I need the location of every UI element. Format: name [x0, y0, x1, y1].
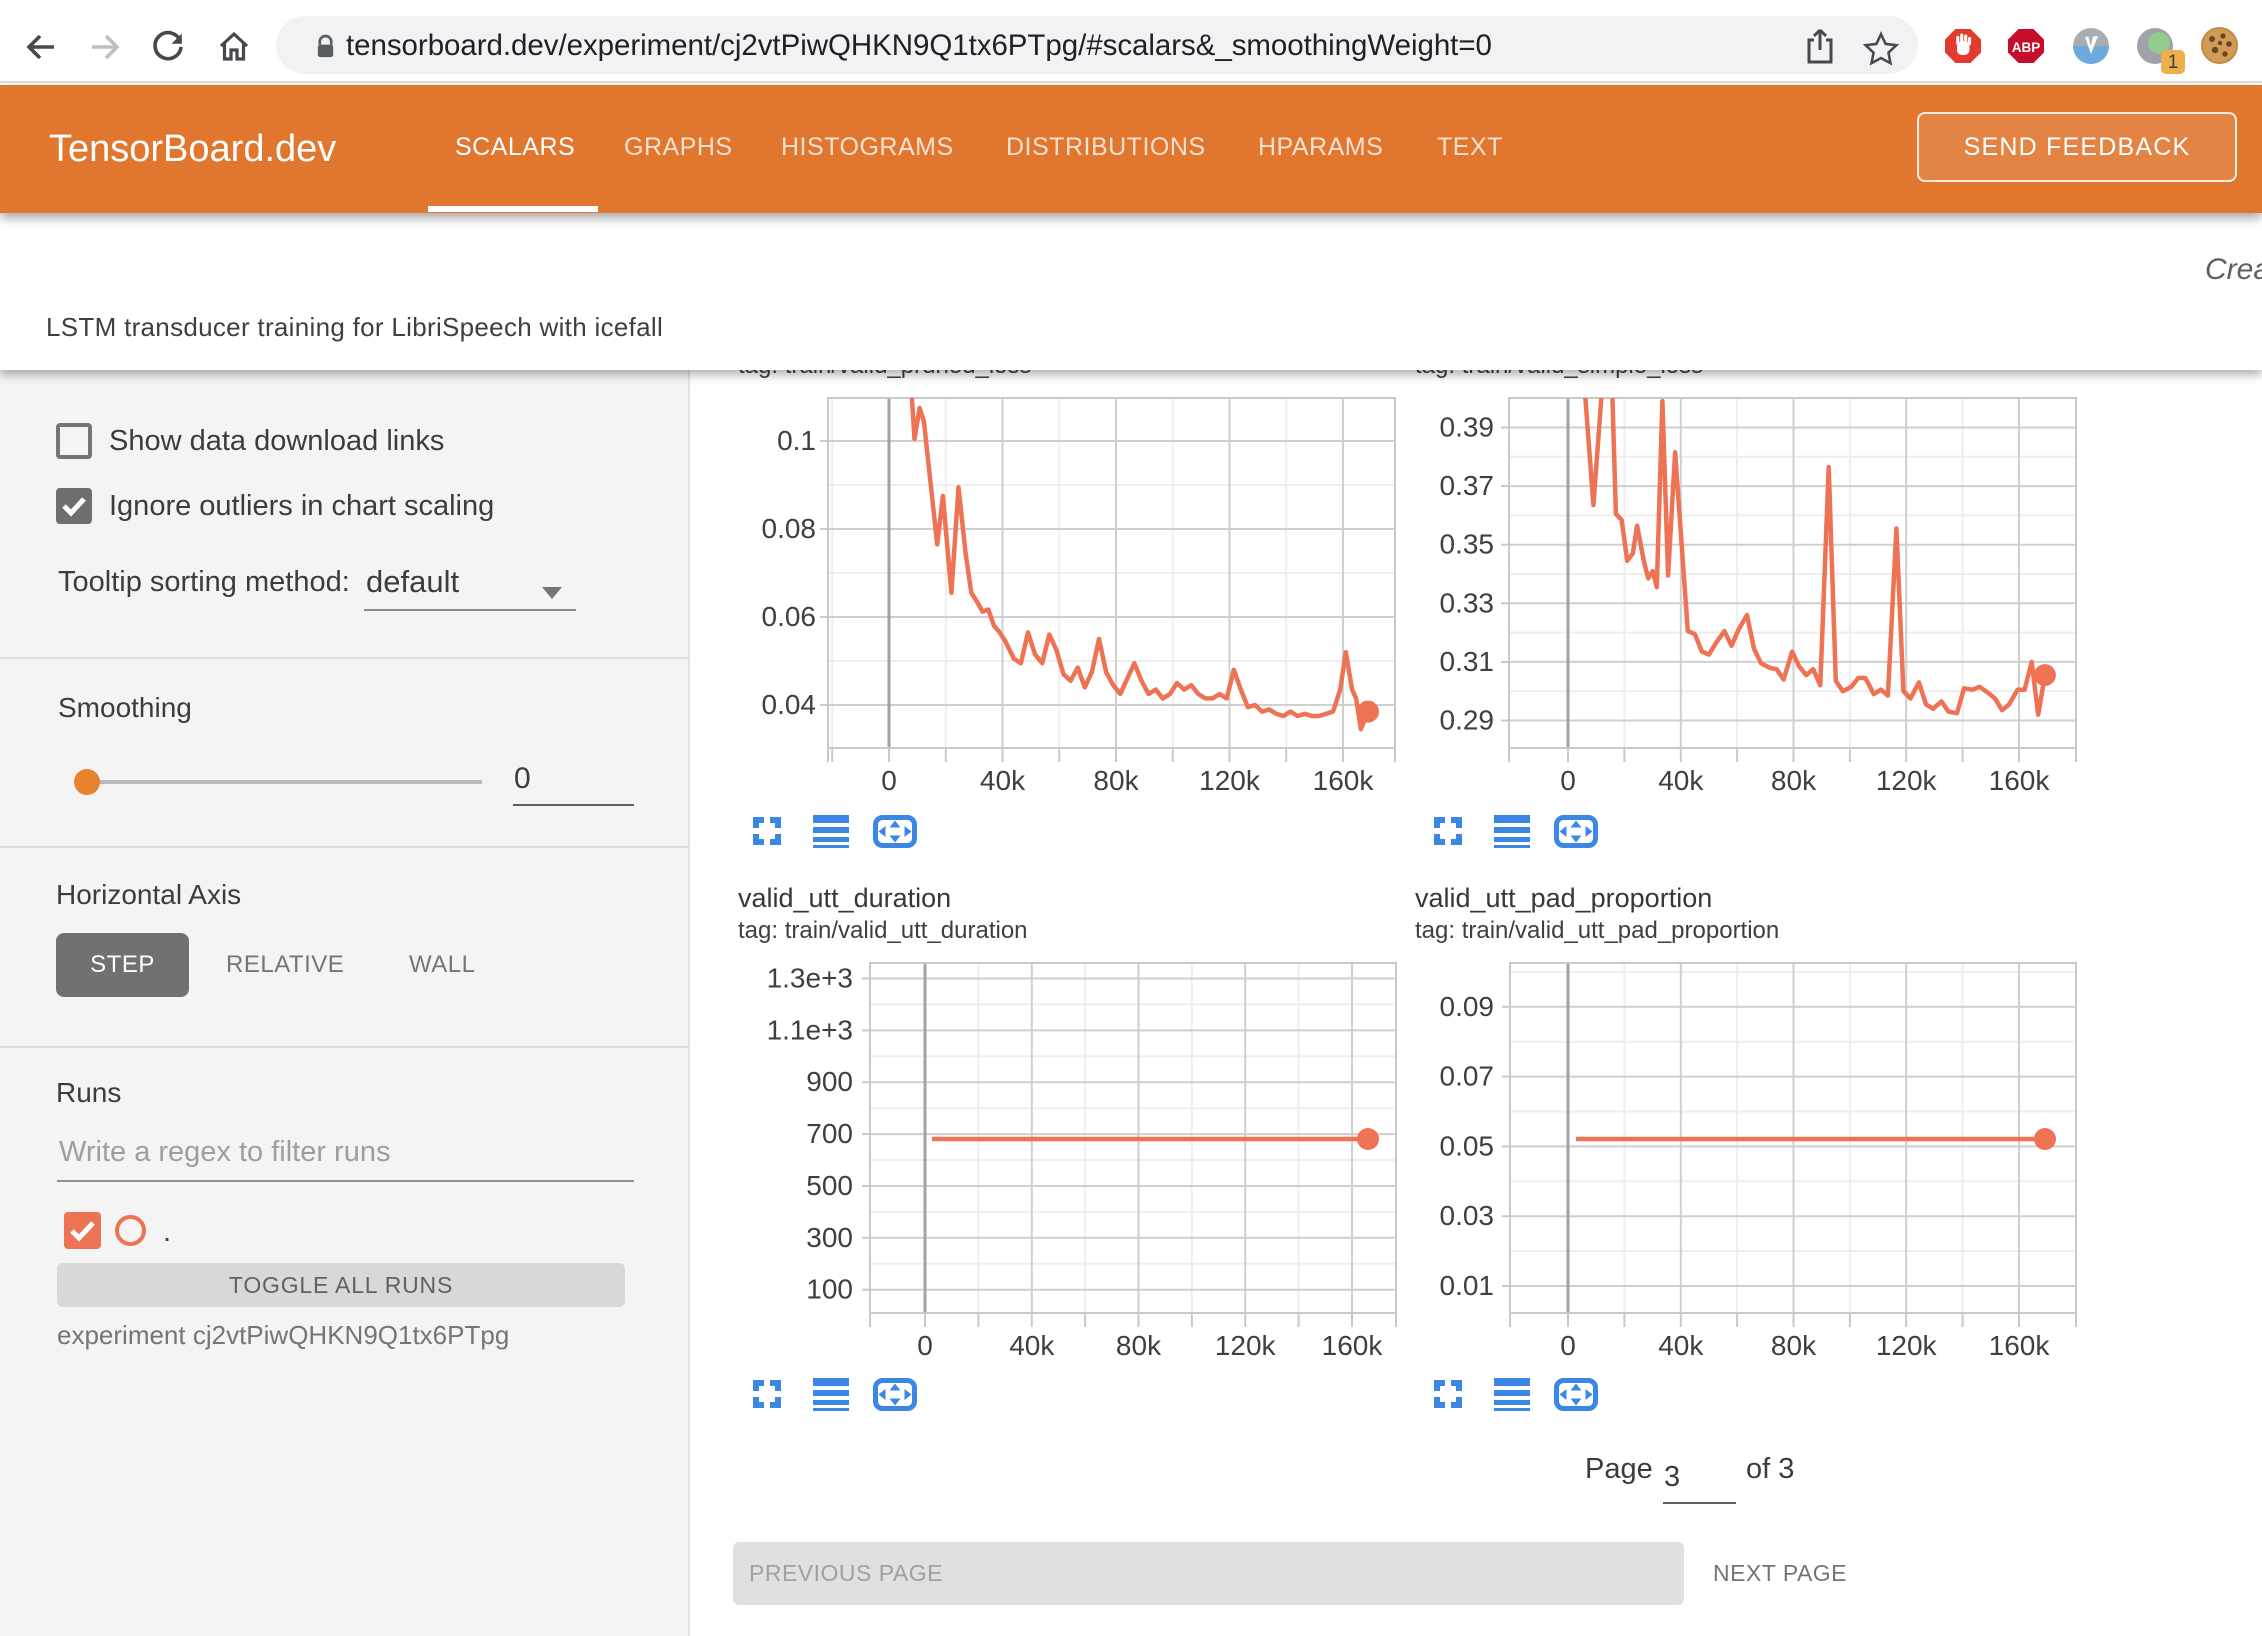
svg-text:900: 900 — [806, 1066, 853, 1097]
svg-text:160k: 160k — [1989, 1330, 2051, 1361]
svg-text:0.01: 0.01 — [1440, 1270, 1495, 1301]
svg-text:0.35: 0.35 — [1440, 529, 1495, 560]
svg-text:40k: 40k — [1658, 765, 1704, 796]
svg-text:120k: 120k — [1215, 1330, 1277, 1361]
svg-text:1.1e+3: 1.1e+3 — [767, 1014, 853, 1045]
svg-text:1.3e+3: 1.3e+3 — [767, 963, 853, 994]
svg-text:0.08: 0.08 — [762, 513, 817, 544]
svg-text:0: 0 — [1560, 1330, 1576, 1361]
svg-text:120k: 120k — [1199, 765, 1261, 796]
svg-text:0.05: 0.05 — [1440, 1130, 1495, 1161]
svg-text:700: 700 — [806, 1118, 853, 1149]
svg-text:0.39: 0.39 — [1440, 412, 1495, 443]
svg-text:0.09: 0.09 — [1440, 991, 1495, 1022]
svg-text:0.07: 0.07 — [1440, 1061, 1495, 1092]
svg-text:0: 0 — [1560, 765, 1576, 796]
svg-text:1: 1 — [2168, 52, 2179, 73]
svg-text:40k: 40k — [980, 765, 1026, 796]
svg-text:0.03: 0.03 — [1440, 1200, 1495, 1231]
svg-text:80k: 80k — [1093, 765, 1139, 796]
svg-text:120k: 120k — [1876, 1330, 1938, 1361]
svg-text:0.1: 0.1 — [777, 425, 816, 456]
svg-text:160k: 160k — [1989, 765, 2051, 796]
svg-text:0.29: 0.29 — [1440, 705, 1495, 736]
svg-text:80k: 80k — [1116, 1330, 1162, 1361]
svg-text:0.04: 0.04 — [762, 689, 817, 720]
svg-text:40k: 40k — [1658, 1330, 1704, 1361]
svg-text:80k: 80k — [1771, 765, 1817, 796]
svg-text:0.31: 0.31 — [1440, 646, 1495, 677]
svg-text:40k: 40k — [1009, 1330, 1055, 1361]
svg-text:0: 0 — [881, 765, 897, 796]
svg-text:0.06: 0.06 — [762, 601, 817, 632]
svg-text:300: 300 — [806, 1222, 853, 1253]
svg-text:80k: 80k — [1771, 1330, 1817, 1361]
svg-text:120k: 120k — [1876, 765, 1938, 796]
svg-text:160k: 160k — [1322, 1330, 1384, 1361]
svg-text:100: 100 — [806, 1274, 853, 1305]
svg-text:0: 0 — [917, 1330, 933, 1361]
svg-text:500: 500 — [806, 1170, 853, 1201]
svg-text:ABP: ABP — [2012, 40, 2041, 55]
svg-text:0.33: 0.33 — [1440, 587, 1495, 618]
svg-text:160k: 160k — [1313, 765, 1375, 796]
svg-text:0.37: 0.37 — [1440, 470, 1495, 501]
